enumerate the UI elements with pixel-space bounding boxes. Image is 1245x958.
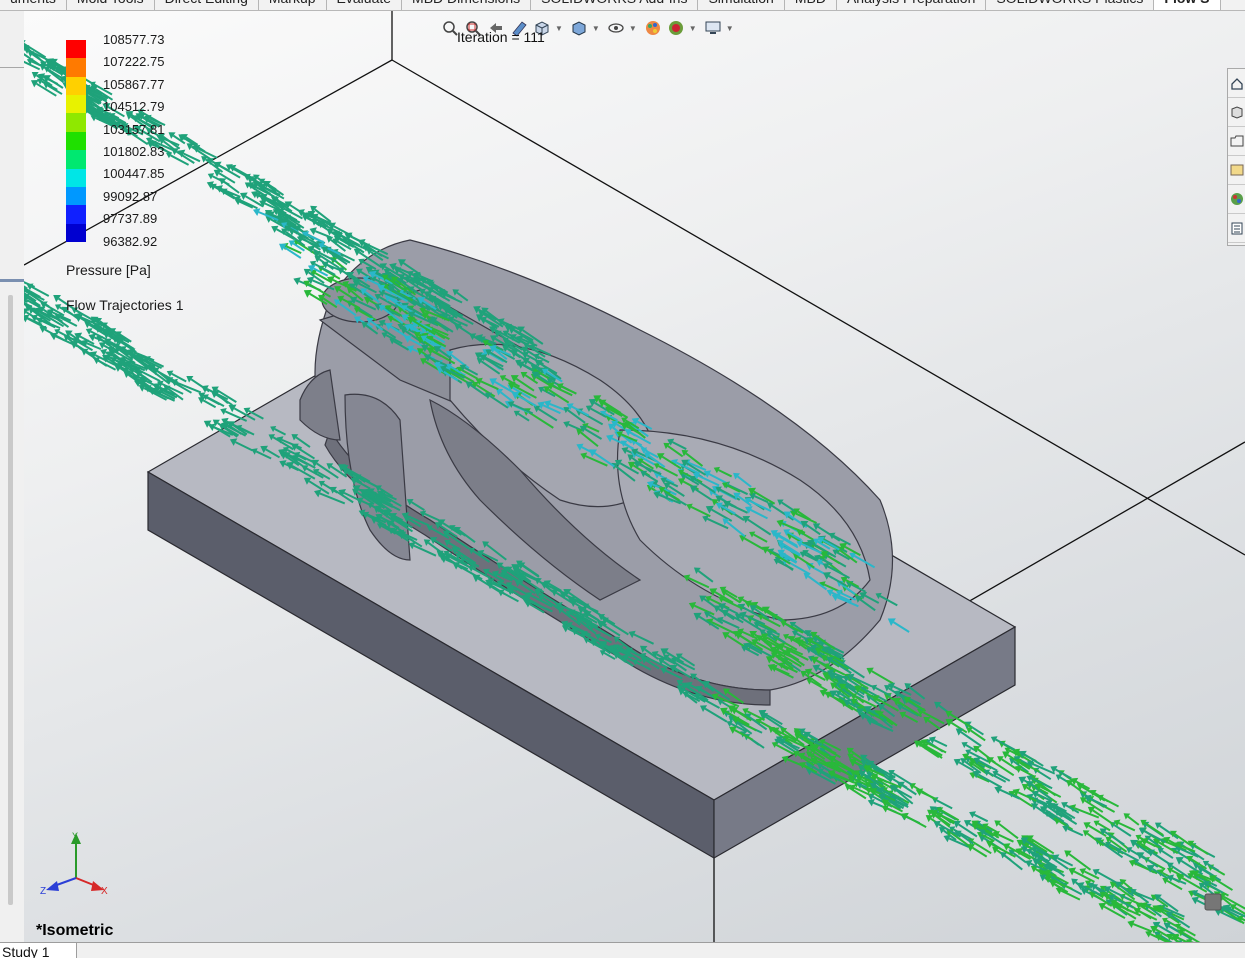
legend-color-swatch [66,58,86,76]
trajectory-arrow-shaft [921,792,936,799]
trajectory-arrow-shaft [1038,771,1051,779]
feature-manager-panel [0,11,25,942]
legend-color-swatch [66,113,86,131]
trajectory-arrow-shaft [978,774,1001,787]
legend-value: 97737.89 [103,212,164,234]
task-pane-tabs [1227,68,1245,246]
trajectory-arrow-shaft [907,817,926,828]
legend-value: 101802.83 [103,145,164,167]
legend-value: 100447.85 [103,167,164,189]
trajectory-arrow-shaft [974,815,987,822]
legend-title: Pressure [Pa] [66,262,151,278]
appearances-icon[interactable] [1228,185,1245,214]
triad-y-label: Y [72,831,78,841]
ribbon-tab-bar: uments Mold Tools Direct Editing Markup … [0,0,1245,11]
chevron-down-icon[interactable]: ▼ [629,24,637,33]
trajectory-arrow-shaft [1069,854,1090,870]
triad-x-label: X [101,886,108,897]
plot-label: Flow Trajectories 1 [66,297,183,313]
iteration-readout: Iteration = 111 [457,29,545,45]
tab-evaluate[interactable]: Evaluate [327,0,402,10]
trajectory-arrow-shaft [1139,911,1157,920]
tab-documents[interactable]: uments [0,0,67,10]
panel-scrollbar[interactable] [8,295,13,905]
tab-direct-editing[interactable]: Direct Editing [155,0,259,10]
tab-mold-tools[interactable]: Mold Tools [67,0,155,10]
tab-markup[interactable]: Markup [259,0,327,10]
legend-color-swatch [66,40,86,58]
chevron-down-icon[interactable]: ▼ [689,24,697,33]
legend-color-swatch [66,77,86,95]
legend-color-bar [66,40,86,242]
panel-splitter[interactable] [0,279,24,282]
triad-z-label: Z [40,886,46,897]
legend-value: 108577.73 [103,33,164,55]
tab-analysis-preparation[interactable]: Analysis Preparation [837,0,986,10]
bottom-tab-bar: Study 1 [0,942,1245,958]
legend-color-swatch [66,224,86,242]
trajectory-arrow-shaft [1162,851,1173,858]
chevron-down-icon[interactable]: ▼ [726,24,734,33]
file-explorer-icon[interactable] [1228,127,1245,156]
view-palette-icon[interactable] [1228,156,1245,185]
tab-mbd[interactable]: MBD [785,0,837,10]
trajectory-arrow-shaft [1098,872,1118,883]
legend-value: 104512.79 [103,100,164,122]
trajectory-arrow-shaft [1133,924,1152,931]
display-style-icon[interactable] [569,18,589,38]
legend-color-swatch [66,150,86,168]
legend-color-swatch [66,187,86,205]
legend-color-swatch [66,95,86,113]
trajectory-arrow-shaft [998,835,1013,842]
trajectory-arrow-shaft [290,205,308,217]
hide-show-icon[interactable] [606,18,626,38]
chevron-down-icon[interactable]: ▼ [592,24,600,33]
tab-flow-simulation[interactable]: Flow S [1154,0,1220,10]
tab-mbd-dimensions[interactable]: MBD Dimensions [402,0,531,10]
legend-color-swatch [66,205,86,223]
scene-3d [24,11,1245,942]
edit-appearance-icon[interactable] [643,18,663,38]
trajectory-arrow-shaft [1087,834,1103,846]
viewport-corner-icon[interactable] [1204,893,1222,911]
legend-value: 96382.92 [103,235,164,257]
trajectory-arrow-shaft [1068,829,1083,836]
graphics-viewport[interactable] [24,11,1245,942]
trajectory-arrow-shaft [307,235,324,243]
trajectory-arrow-shaft [1128,817,1139,825]
trajectory-arrow-shaft [934,740,947,746]
chevron-down-icon[interactable]: ▼ [555,24,563,33]
legend-color-swatch [66,169,86,187]
custom-properties-icon[interactable] [1228,214,1245,243]
apply-scene-icon[interactable] [666,18,686,38]
legend-color-swatch [66,132,86,150]
tab-simulation[interactable]: Simulation [698,0,784,10]
legend-value: 99092.87 [103,190,164,212]
tab-solidworks-add-ins[interactable]: SOLIDWORKS Add-Ins [531,0,698,10]
trajectory-arrow-shaft [1215,879,1233,890]
home-icon[interactable] [1228,69,1245,98]
legend-values: 108577.73 107222.75 105867.77 104512.79 … [103,33,164,257]
legend-value: 105867.77 [103,78,164,100]
panel-rule [0,67,24,68]
view-settings-icon[interactable] [703,18,723,38]
tab-study-1[interactable]: Study 1 [0,943,77,958]
trajectory-arrow-shaft [1058,858,1073,866]
parts-library-icon[interactable] [1228,98,1245,127]
reference-triad: Y X Z [38,830,118,900]
legend-value: 107222.75 [103,55,164,77]
legend-value: 103157.81 [103,123,164,145]
view-orientation-name: *Isometric [36,922,113,940]
tab-solidworks-plastics[interactable]: SOLIDWORKS Plastics [986,0,1154,10]
